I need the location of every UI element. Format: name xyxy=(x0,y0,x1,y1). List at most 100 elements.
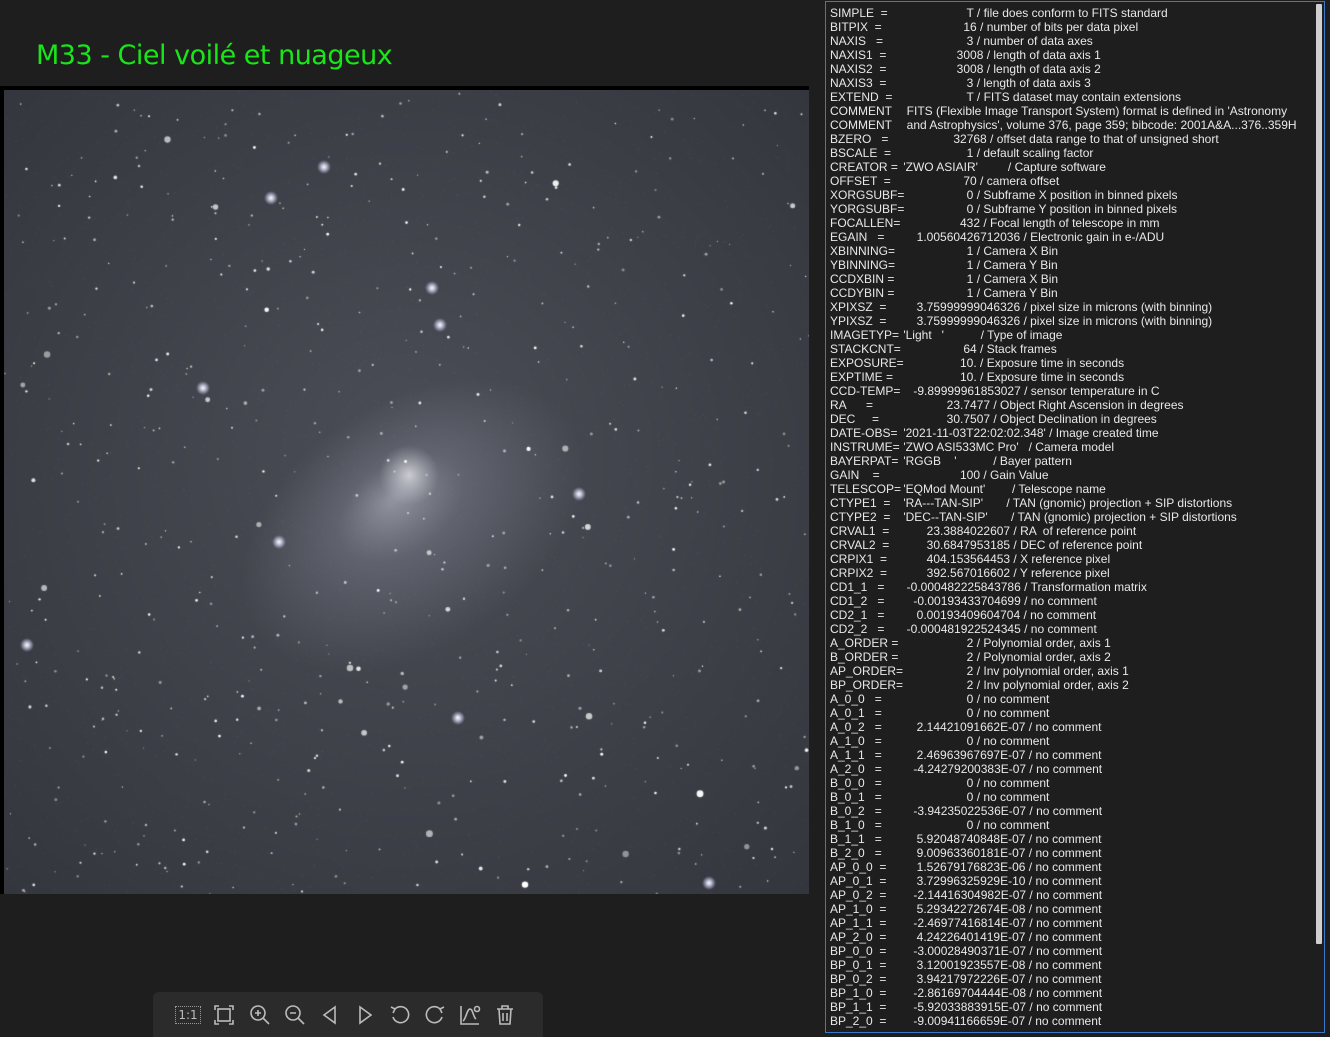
fits-value: 3 / number of data axes xyxy=(900,34,1093,48)
fits-key: DATE-OBS= xyxy=(830,426,898,440)
delete-button[interactable] xyxy=(490,1000,520,1030)
zoom-out-button[interactable] xyxy=(280,1000,310,1030)
fits-key: NAXIS3 = xyxy=(830,76,887,90)
zoom-out-icon xyxy=(285,1005,305,1025)
actual-size-button[interactable]: 1:1 xyxy=(173,1000,203,1030)
fits-key: AP_1_1 = xyxy=(830,916,887,930)
fits-key: BP_2_0 = xyxy=(830,1014,887,1028)
fits-key: CRPIX2 = xyxy=(830,566,888,580)
fits-header-line: A_1_1 = 2.46963967697E-07 / no comment xyxy=(830,748,1312,762)
fits-key: YORGSUBF= xyxy=(830,202,905,216)
fits-value: 64 / Stack frames xyxy=(900,342,1057,356)
previous-icon xyxy=(322,1005,336,1025)
fits-value: -5.92033883915E-07 / no comment xyxy=(900,1000,1103,1014)
fits-header-line: BAYERPAT= 'RGGB ' / Bayer pattern xyxy=(830,454,1312,468)
fits-header-line: CRVAL1 = 23.3884022607 / RA of reference… xyxy=(830,524,1312,538)
fits-header-line: COMMENT FITS (Flexible Image Transport S… xyxy=(830,104,1312,118)
fits-header-line: XORGSUBF= 0 / Subframe X position in bin… xyxy=(830,188,1312,202)
rotate-right-button[interactable] xyxy=(420,1000,450,1030)
fits-key: AP_0_2 = xyxy=(830,888,887,902)
image-viewer[interactable] xyxy=(0,86,809,894)
fits-key: CD1_2 = xyxy=(830,594,885,608)
fits-value: 1 / Camera X Bin xyxy=(900,244,1059,258)
next-button[interactable] xyxy=(350,1000,380,1030)
fits-header-line: BP_ORDER= 2 / Inv polynomial order, axis… xyxy=(830,678,1312,692)
fits-value: and Astrophysics', volume 376, page 359;… xyxy=(900,118,1297,132)
fits-header-line: OFFSET = 70 / camera offset xyxy=(830,174,1312,188)
fits-key: BAYERPAT= xyxy=(830,454,899,468)
fits-value: 5.92048740848E-07 / no comment xyxy=(900,832,1102,846)
fits-value: -3.00028490371E-07 / no comment xyxy=(900,944,1103,958)
fits-header-line: BP_1_1 = -5.92033883915E-07 / no comment xyxy=(830,1000,1312,1014)
fits-value: -0.000482225843786 / Transformation matr… xyxy=(900,580,1147,594)
astro-image[interactable] xyxy=(4,90,809,894)
actual-size-icon: 1:1 xyxy=(175,1006,201,1024)
fits-header-line: BITPIX = 16 / number of bits per data pi… xyxy=(830,20,1312,34)
fits-key: B_0_2 = xyxy=(830,804,882,818)
fits-key: RA = xyxy=(830,398,874,412)
fits-key: A_0_1 = xyxy=(830,706,882,720)
fits-header-line: CTYPE1 = 'RA---TAN-SIP' / TAN (gnomic) p… xyxy=(830,496,1312,510)
fits-header-line: BZERO = 32768 / offset data range to tha… xyxy=(830,132,1312,146)
fits-value: 'DEC--TAN-SIP' / TAN (gnomic) projection… xyxy=(900,510,1237,524)
fits-value: -9.00941166659E-07 / no comment xyxy=(900,1014,1102,1028)
fits-header-line: BP_0_0 = -3.00028490371E-07 / no comment xyxy=(830,944,1312,958)
fits-key: AP_1_0 = xyxy=(830,902,887,916)
fits-value: 'ZWO ASI533MC Pro' / Camera model xyxy=(900,440,1114,454)
fits-value: 'Light ' / Type of image xyxy=(900,328,1063,342)
fits-key: OFFSET = xyxy=(830,174,891,188)
fits-key: CD1_1 = xyxy=(830,580,885,594)
fits-value: 'RA---TAN-SIP' / TAN (gnomic) projection… xyxy=(900,496,1233,510)
fits-header-panel[interactable]: SIMPLE = T / file does conform to FITS s… xyxy=(825,1,1325,1033)
fits-value: 9.00963360181E-07 / no comment xyxy=(900,846,1102,860)
fits-header-line: AP_1_1 = -2.46977416814E-07 / no comment xyxy=(830,916,1312,930)
fits-key: EXPTIME = xyxy=(830,370,894,384)
fits-value: 0 / no comment xyxy=(900,790,1050,804)
fits-key: B_0_0 = xyxy=(830,776,882,790)
fits-key: COMMENT xyxy=(830,104,892,118)
fits-key: A_2_0 = xyxy=(830,762,882,776)
fits-key: EGAIN = xyxy=(830,230,885,244)
fits-header-line: INSTRUME= 'ZWO ASI533MC Pro' / Camera mo… xyxy=(830,440,1312,454)
fits-header-line: EXPTIME = 10. / Exposure time in seconds xyxy=(830,370,1312,384)
image-title: M33 - Ciel voilé et nuageux xyxy=(36,40,393,71)
fits-header-line: A_0_1 = 0 / no comment xyxy=(830,706,1312,720)
fits-header-line: B_1_1 = 5.92048740848E-07 / no comment xyxy=(830,832,1312,846)
fits-key: BP_0_1 = xyxy=(830,958,887,972)
fits-value: '2021-11-03T22:02:02.348' / Image create… xyxy=(900,426,1159,440)
fit-window-button[interactable] xyxy=(209,1000,239,1030)
fits-value: 'EQMod Mount' / Telescope name xyxy=(900,482,1106,496)
rotate-left-button[interactable] xyxy=(385,1000,415,1030)
fits-header-line: AP_2_0 = 4.24226401419E-07 / no comment xyxy=(830,930,1312,944)
fits-key: A_ORDER = xyxy=(830,636,899,650)
fits-key: BZERO = xyxy=(830,132,889,146)
fits-key: BP_0_0 = xyxy=(830,944,887,958)
fits-value: 1.00560426712036 / Electronic gain in e-… xyxy=(900,230,1165,244)
fits-header-line: STACKCNT= 64 / Stack frames xyxy=(830,342,1312,356)
fits-value: -3.94235022536E-07 / no comment xyxy=(900,804,1103,818)
fits-value: 2 / Polynomial order, axis 2 xyxy=(900,650,1111,664)
fits-header-line: A_1_0 = 0 / no comment xyxy=(830,734,1312,748)
fits-key: IMAGETYP= xyxy=(830,328,900,342)
fits-header-line: COMMENT and Astrophysics', volume 376, p… xyxy=(830,118,1312,132)
fits-header-line: CRVAL2 = 30.6847953185 / DEC of referenc… xyxy=(830,538,1312,552)
fits-key: CRPIX1 = xyxy=(830,552,888,566)
scrollbar-thumb[interactable] xyxy=(1316,4,1322,944)
fits-key: CTYPE2 = xyxy=(830,510,891,524)
fits-header-line: CD2_1 = 0.00193409604704 / no comment xyxy=(830,608,1312,622)
fits-value: 32768 / offset data range to that of uns… xyxy=(900,132,1219,146)
fits-header-line: CD1_2 = -0.00193433704699 / no comment xyxy=(830,594,1312,608)
fits-header-line: DEC = 30.7507 / Object Declination in de… xyxy=(830,412,1312,426)
histogram-button[interactable] xyxy=(455,1000,485,1030)
fits-header-text: SIMPLE = T / file does conform to FITS s… xyxy=(830,6,1312,1032)
fits-value: -2.14416304982E-07 / no comment xyxy=(900,888,1103,902)
previous-button[interactable] xyxy=(315,1000,345,1030)
fits-key: A_0_2 = xyxy=(830,720,882,734)
fits-value: 3.12001923557E-08 / no comment xyxy=(900,958,1102,972)
fits-value: 2 / Inv polynomial order, axis 1 xyxy=(900,664,1129,678)
fits-key: NAXIS2 = xyxy=(830,62,887,76)
zoom-in-button[interactable] xyxy=(245,1000,275,1030)
scrollbar[interactable] xyxy=(1314,2,1324,1032)
fits-key: NAXIS = xyxy=(830,34,884,48)
fits-key: CCD-TEMP= xyxy=(830,384,901,398)
